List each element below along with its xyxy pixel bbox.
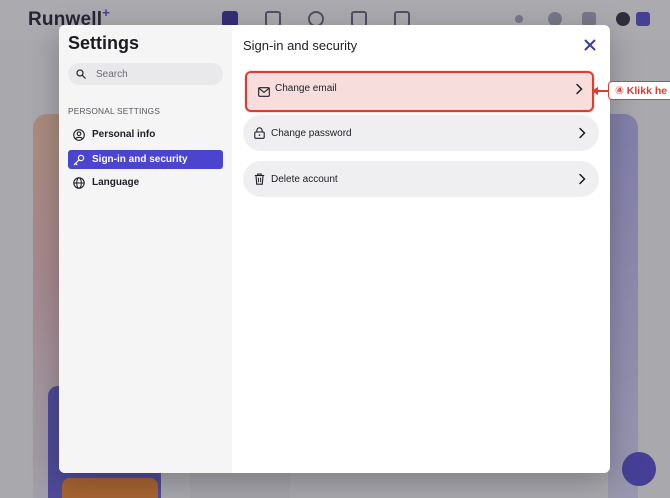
sidebar-item-label: Personal info: [92, 129, 156, 140]
settings-main-panel: Sign-in and security Change email Change…: [232, 25, 610, 473]
change-password-label: Change password: [271, 127, 352, 139]
settings-modal: Settings Personal settings Personal info…: [59, 25, 610, 473]
settings-title: Settings: [68, 33, 140, 53]
globe-icon: [73, 176, 85, 189]
annotation-label: ④ Klikk he: [608, 81, 670, 100]
sidebar-item-label: Sign-in and security: [92, 154, 188, 165]
key-icon: [73, 154, 85, 166]
sidebar-item-personal-info[interactable]: Personal info: [68, 125, 223, 144]
delete-account-row[interactable]: Delete account: [243, 161, 599, 197]
change-password-row[interactable]: Change password: [243, 115, 599, 151]
change-email-row[interactable]: Change email: [245, 71, 594, 112]
search-box[interactable]: [68, 63, 223, 85]
sidebar-item-label: Language: [92, 177, 140, 188]
sidebar-item-language[interactable]: Language: [68, 173, 223, 192]
chevron-right-icon: [576, 83, 583, 95]
chevron-right-icon: [579, 127, 586, 139]
lock-icon: [253, 127, 266, 140]
envelope-icon: [257, 85, 270, 98]
section-label-personal-settings: Personal settings: [68, 106, 161, 116]
search-input[interactable]: [96, 68, 216, 80]
close-icon[interactable]: [583, 38, 597, 52]
trash-icon: [253, 173, 266, 186]
delete-account-label: Delete account: [271, 173, 338, 185]
settings-sidebar: Settings Personal settings Personal info…: [59, 25, 232, 473]
page-title: Sign-in and security: [243, 38, 358, 53]
user-circle-icon: [73, 128, 85, 141]
change-email-label: Change email: [275, 83, 337, 94]
chevron-right-icon: [579, 173, 586, 185]
sidebar-item-sign-in-security[interactable]: Sign-in and security: [68, 150, 223, 169]
search-icon: [76, 69, 86, 79]
